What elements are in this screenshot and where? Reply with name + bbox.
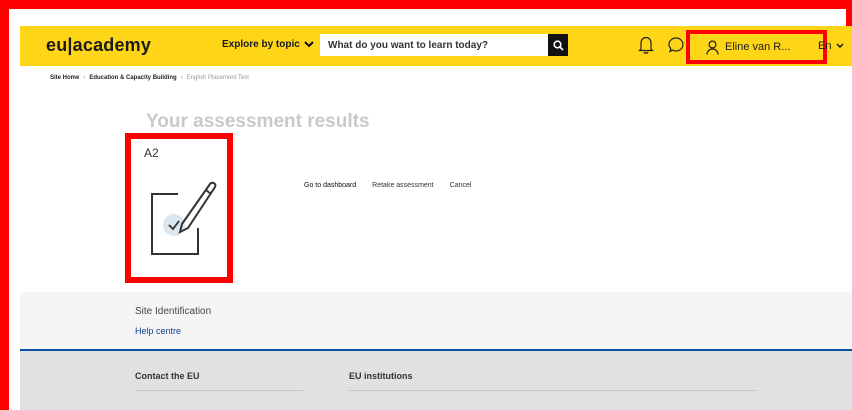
- breadcrumb-separator-icon: ›: [83, 75, 86, 81]
- assessment-level: A2: [144, 146, 159, 160]
- assessment-edit-icon: [151, 181, 217, 255]
- page-title: Your assessment results: [146, 111, 370, 132]
- language-selector[interactable]: En: [818, 40, 844, 52]
- site-identification-heading: Site Identification: [135, 306, 212, 317]
- annotation-frame-left: [0, 0, 9, 410]
- user-menu[interactable]: Eline van R...: [686, 30, 827, 64]
- language-label: En: [818, 40, 832, 52]
- explore-label: Explore by topic: [222, 39, 300, 50]
- chevron-down-icon: [304, 41, 314, 48]
- footer-contact-heading: Contact the EU: [135, 371, 200, 381]
- retake-assessment-link[interactable]: Retake assessment: [372, 182, 433, 189]
- user-name: Eline van R...: [725, 41, 791, 53]
- breadcrumb-current: English Placement Test: [186, 75, 249, 81]
- notifications-bell-icon[interactable]: [638, 35, 654, 55]
- footer-column-divider: [349, 390, 757, 391]
- user-icon: [706, 39, 719, 55]
- search-input[interactable]: [320, 34, 550, 56]
- chevron-down-icon: [836, 43, 844, 48]
- explore-by-topic-menu[interactable]: Explore by topic: [222, 39, 314, 50]
- breadcrumb-item-education[interactable]: Education & Capacity Building: [89, 75, 176, 81]
- help-centre-link[interactable]: Help centre: [135, 326, 181, 336]
- search-icon: [552, 39, 564, 51]
- result-actions: Go to dashboard Retake assessment Cancel: [304, 182, 471, 189]
- footer-column-divider: [135, 390, 303, 391]
- search-button[interactable]: [548, 34, 568, 56]
- annotation-frame-right: [846, 0, 852, 26]
- site-logo[interactable]: eu|academy: [46, 35, 151, 56]
- chat-bubble-icon[interactable]: [668, 35, 684, 55]
- footer-institutions-heading: EU institutions: [349, 371, 413, 381]
- cancel-link[interactable]: Cancel: [450, 182, 472, 189]
- go-to-dashboard-link[interactable]: Go to dashboard: [304, 182, 356, 189]
- search-box: [320, 34, 566, 56]
- annotation-frame-top: [0, 0, 852, 9]
- breadcrumb: Site Home › Education & Capacity Buildin…: [50, 75, 249, 81]
- breadcrumb-item-site-home[interactable]: Site Home: [50, 75, 79, 81]
- site-header: eu|academy Explore by topic Eline van R.…: [20, 26, 852, 66]
- site-identification-band: [20, 292, 852, 349]
- breadcrumb-separator-icon: ›: [180, 75, 183, 81]
